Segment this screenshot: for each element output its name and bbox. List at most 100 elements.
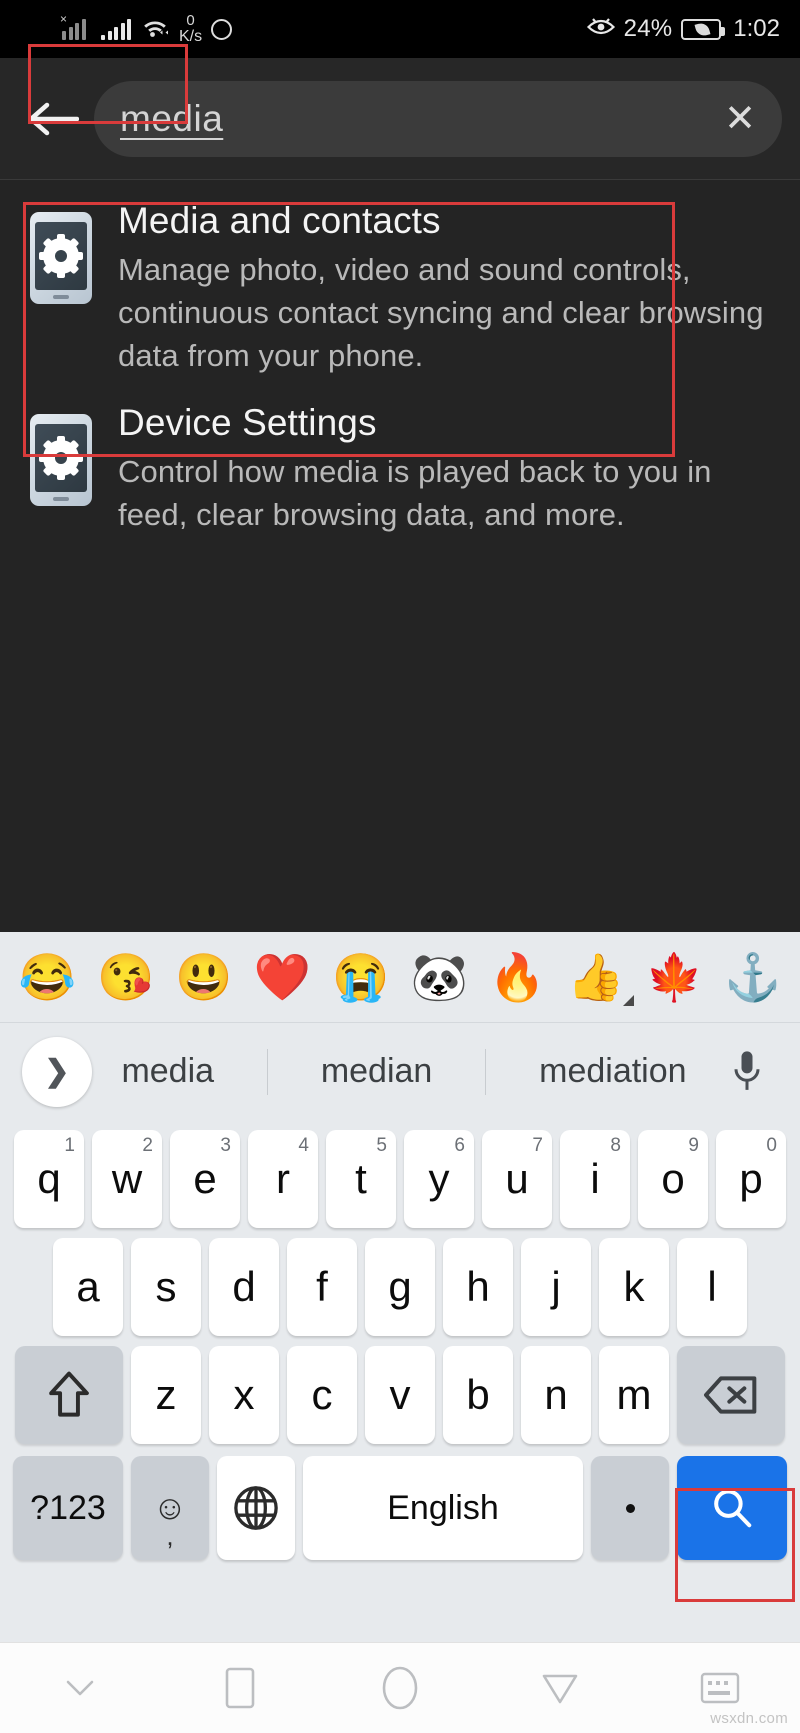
- phone-settings-icon: [30, 200, 108, 378]
- circle-icon: [211, 18, 233, 40]
- result-text: Media and contacts Manage photo, video a…: [108, 200, 772, 378]
- emoji-button[interactable]: 🐼: [411, 954, 468, 1000]
- key-number-hint: 1: [64, 1135, 75, 1156]
- emoji-button[interactable]: 😘: [97, 954, 154, 1000]
- key-t[interactable]: 5t: [326, 1130, 396, 1228]
- key-d[interactable]: d: [209, 1238, 279, 1336]
- key-m[interactable]: m: [599, 1346, 669, 1444]
- chevron-right-icon[interactable]: ❯: [22, 1036, 92, 1107]
- system-navigation-bar: wsxdn.com: [0, 1642, 800, 1733]
- circle-icon[interactable]: [350, 1658, 450, 1718]
- globe-language-icon[interactable]: [217, 1456, 295, 1560]
- divider: [266, 1048, 268, 1095]
- chevron-down-icon[interactable]: [30, 1658, 130, 1718]
- emoji-button[interactable]: 👍: [567, 954, 634, 1006]
- key-v[interactable]: v: [365, 1346, 435, 1444]
- emoji-button[interactable]: ⚓: [724, 954, 781, 1000]
- comma-hint: ,: [166, 1521, 174, 1551]
- search-results-list: Media and contacts Manage photo, video a…: [0, 180, 800, 932]
- key-b[interactable]: b: [443, 1346, 513, 1444]
- space-key[interactable]: English: [303, 1456, 583, 1560]
- status-bar: × 0 K/s 24% 1:02: [0, 0, 800, 58]
- emoji-button[interactable]: 😃: [175, 954, 232, 1000]
- key-z[interactable]: z: [131, 1346, 201, 1444]
- shift-arrow-icon[interactable]: [15, 1346, 123, 1444]
- result-description: Control how media is played back to you …: [118, 454, 712, 532]
- period-key[interactable]: [591, 1456, 669, 1560]
- key-y[interactable]: 6y: [404, 1130, 474, 1228]
- list-item[interactable]: Media and contacts Manage photo, video a…: [0, 180, 800, 388]
- key-number-hint: 0: [766, 1135, 777, 1156]
- key-p[interactable]: 0p: [716, 1130, 786, 1228]
- key-j[interactable]: j: [521, 1238, 591, 1336]
- emoji-button[interactable]: 🔥: [489, 954, 546, 1000]
- emoji-smiley-icon[interactable]: ☺ ,: [131, 1456, 209, 1560]
- key-s[interactable]: s: [131, 1238, 201, 1336]
- search-input[interactable]: media ✕: [94, 80, 782, 157]
- key-x[interactable]: x: [209, 1346, 279, 1444]
- key-label: y: [428, 1155, 450, 1202]
- emoji-button[interactable]: 😭: [332, 954, 389, 1000]
- key-number-hint: 5: [376, 1135, 387, 1156]
- close-x-icon[interactable]: ✕: [724, 100, 756, 138]
- search-magnifier-icon[interactable]: [677, 1456, 787, 1560]
- key-h[interactable]: h: [443, 1238, 513, 1336]
- key-number-hint: 2: [142, 1135, 153, 1156]
- suggestion-word[interactable]: median: [315, 1052, 439, 1091]
- keyboard-row-3: z x c v b n m: [0, 1346, 800, 1444]
- key-l[interactable]: l: [677, 1238, 747, 1336]
- microphone-icon[interactable]: [716, 1050, 778, 1094]
- key-r[interactable]: 4r: [248, 1130, 318, 1228]
- key-label: o: [661, 1155, 685, 1202]
- suggestion-word[interactable]: media: [115, 1052, 220, 1091]
- key-i[interactable]: 8i: [560, 1130, 630, 1228]
- triangle-down-icon[interactable]: [510, 1658, 610, 1718]
- data-rate-unit: K/s: [179, 28, 203, 45]
- key-e[interactable]: 3e: [170, 1130, 240, 1228]
- list-item[interactable]: Device Settings Control how media is pla…: [0, 388, 800, 547]
- key-label: u: [505, 1155, 529, 1202]
- key-k[interactable]: k: [599, 1238, 669, 1336]
- data-rate-value: 0: [186, 12, 195, 29]
- key-g[interactable]: g: [365, 1238, 435, 1336]
- emoji-quick-row: 😂 😘 😃 ❤️ 😭 🐼 🔥 👍 🍁 ⚓: [0, 932, 800, 1022]
- key-label: p: [739, 1155, 763, 1202]
- keyboard-row-4: ?123 ☺ , English: [0, 1456, 800, 1560]
- key-label: t: [355, 1155, 367, 1202]
- emoji-button[interactable]: ❤️: [254, 954, 311, 1000]
- key-c[interactable]: c: [287, 1346, 357, 1444]
- status-bar-left: × 0 K/s: [20, 13, 233, 45]
- eye-comfort-icon: [586, 15, 615, 44]
- clock: 1:02: [733, 15, 780, 42]
- result-title: Media and contacts: [118, 200, 441, 241]
- key-a[interactable]: a: [53, 1238, 123, 1336]
- signal-bars-no-sim-icon: ×: [60, 13, 92, 40]
- key-label: e: [193, 1155, 217, 1202]
- key-n[interactable]: n: [521, 1346, 591, 1444]
- keyboard-row-1: 1q 2w 3e 4r 5t 6y 7u 8i 9o 0p: [0, 1130, 800, 1228]
- symbols-key[interactable]: ?123: [13, 1456, 123, 1560]
- suggestion-items: media median mediation: [92, 1048, 716, 1095]
- key-number-hint: 9: [688, 1135, 699, 1156]
- square-icon[interactable]: [190, 1658, 290, 1718]
- key-u[interactable]: 7u: [482, 1130, 552, 1228]
- back-arrow-icon[interactable]: [18, 101, 88, 137]
- backspace-icon[interactable]: [677, 1346, 785, 1444]
- data-rate-indicator: 0 K/s: [179, 13, 202, 45]
- emoji-button[interactable]: 😂: [19, 954, 76, 1000]
- phone-screen: × 0 K/s 24% 1:02 media ✕ Media and conta…: [0, 0, 800, 1733]
- suggestion-word[interactable]: mediation: [533, 1052, 692, 1091]
- emoji-button[interactable]: 🍁: [646, 954, 703, 1000]
- keyboard-icon[interactable]: [670, 1658, 770, 1718]
- result-description: Manage photo, video and sound controls, …: [118, 252, 764, 373]
- on-screen-keyboard: 😂 😘 😃 ❤️ 😭 🐼 🔥 👍 🍁 ⚓ ❯ media median medi…: [0, 932, 800, 1642]
- divider: [485, 1048, 487, 1095]
- key-label: r: [276, 1155, 290, 1202]
- key-w[interactable]: 2w: [92, 1130, 162, 1228]
- key-q[interactable]: 1q: [14, 1130, 84, 1228]
- key-number-hint: 6: [454, 1135, 465, 1156]
- key-o[interactable]: 9o: [638, 1130, 708, 1228]
- key-f[interactable]: f: [287, 1238, 357, 1336]
- result-title: Device Settings: [118, 401, 377, 443]
- result-text: Device Settings Control how media is pla…: [108, 402, 772, 537]
